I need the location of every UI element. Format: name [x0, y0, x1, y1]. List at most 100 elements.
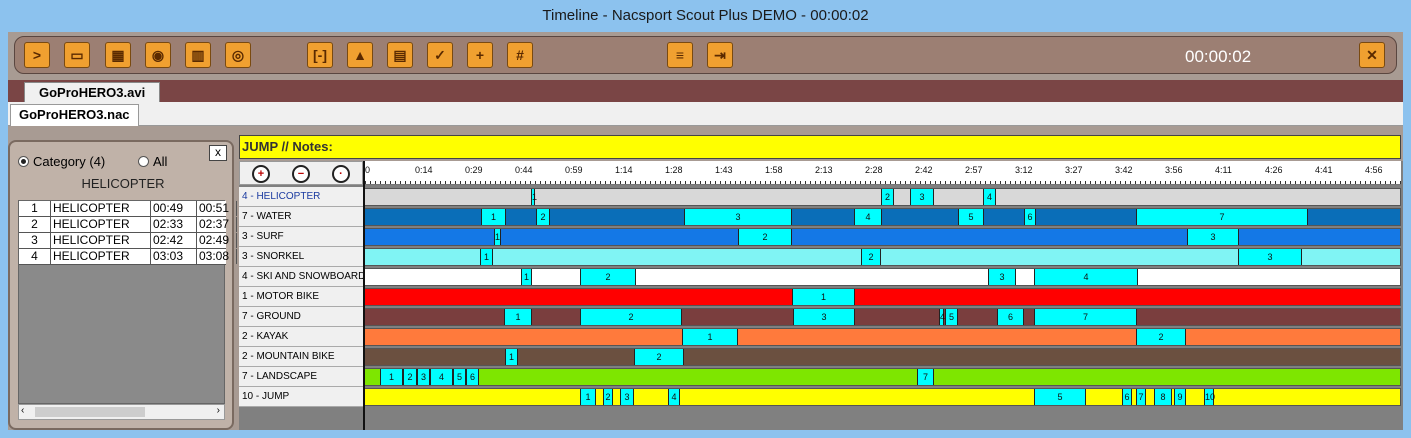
clip-segment[interactable]: 1: [531, 189, 537, 205]
row-label[interactable]: 7 - GROUND: [239, 307, 363, 327]
timeline-track[interactable]: 12: [363, 328, 1401, 346]
row-label[interactable]: 3 - SNORKEL: [239, 247, 363, 267]
import-icon-button[interactable]: ⇥: [707, 42, 733, 68]
clip-segment[interactable]: 6: [1024, 209, 1036, 225]
zoom-fit-icon[interactable]: ·: [332, 165, 350, 183]
export-icon-button[interactable]: ▲: [347, 42, 373, 68]
list-item[interactable]: 2 HELICOPTER 02:33 02:37: [19, 217, 237, 233]
close-panel-button[interactable]: x: [209, 145, 227, 161]
tab-project-file[interactable]: GoProHERO3.nac: [10, 104, 139, 126]
clip-segment[interactable]: 4: [854, 209, 882, 225]
clip-segment[interactable]: 4: [1034, 269, 1138, 285]
clip-segment[interactable]: 5: [945, 309, 958, 325]
timeline-track[interactable]: 12: [363, 348, 1401, 366]
clip-segment[interactable]: 1: [494, 229, 501, 245]
scroll-right-icon[interactable]: ›: [217, 405, 220, 416]
clip-segment[interactable]: 2: [580, 309, 682, 325]
clip-segment[interactable]: 1: [380, 369, 403, 385]
zoom-in-icon[interactable]: +: [252, 165, 270, 183]
clip-segment[interactable]: 3: [1187, 229, 1239, 245]
clip-segment[interactable]: 6: [1122, 389, 1132, 405]
timeline-track[interactable]: 1 2 3 4 5 6 7: [363, 208, 1401, 226]
clip-segment[interactable]: 2: [603, 389, 613, 405]
timeline-track[interactable]: 1: [363, 288, 1401, 306]
checklist-icon-button[interactable]: ✓: [427, 42, 453, 68]
clip-segment[interactable]: 3: [793, 309, 855, 325]
clip-segment[interactable]: 3: [910, 189, 934, 205]
scroll-left-icon[interactable]: ‹: [21, 405, 24, 416]
playhead[interactable]: [363, 161, 365, 430]
clip-segment[interactable]: 1: [580, 389, 596, 405]
clip-segment[interactable]: 4: [983, 189, 996, 205]
play-icon-button[interactable]: >: [24, 42, 50, 68]
clip-segment[interactable]: 3: [684, 209, 792, 225]
clip-segment[interactable]: 6: [997, 309, 1024, 325]
timeline-track[interactable]: 1 2 3: [363, 248, 1401, 266]
row-label[interactable]: 7 - LANDSCAPE: [239, 367, 363, 387]
clip-segment[interactable]: 1: [481, 209, 506, 225]
clip-segment[interactable]: 3: [988, 269, 1016, 285]
radio-category[interactable]: Category (4): [18, 154, 105, 169]
clip-segment[interactable]: 2: [861, 249, 881, 265]
row-label[interactable]: 1 - MOTOR BIKE: [239, 287, 363, 307]
clip-segment[interactable]: 2: [1136, 329, 1186, 345]
clip-segment[interactable]: 8: [1154, 389, 1172, 405]
clip-segment[interactable]: 1: [682, 329, 738, 345]
close-icon-button[interactable]: ✕: [1359, 42, 1385, 68]
clip-segment[interactable]: 7: [1136, 389, 1146, 405]
clip-segment[interactable]: 2: [634, 349, 684, 365]
list-item[interactable]: 4 HELICOPTER 03:03 03:08: [19, 249, 237, 265]
settings-list-icon-button[interactable]: ≡: [667, 42, 693, 68]
horizontal-scrollbar[interactable]: ‹ ›: [18, 404, 225, 420]
clip-segment[interactable]: 5: [958, 209, 984, 225]
clip-segment[interactable]: 2: [536, 209, 550, 225]
clip-segment[interactable]: 1: [521, 269, 532, 285]
timeline-track[interactable]: 1 23 4: [363, 188, 1401, 206]
row-label[interactable]: 10 - JUMP: [239, 387, 363, 407]
camera-icon-button[interactable]: ◉: [145, 42, 171, 68]
zoom-out-icon[interactable]: −: [292, 165, 310, 183]
row-label[interactable]: 4 - SKI AND SNOWBOARD: [239, 267, 365, 287]
clip-segment[interactable]: 1: [504, 309, 532, 325]
clip-segment[interactable]: 1: [792, 289, 855, 305]
clip-segment[interactable]: 1: [480, 249, 493, 265]
trash-icon-button[interactable]: ▤: [387, 42, 413, 68]
film-icon-button[interactable]: ▥: [185, 42, 211, 68]
clip-segment[interactable]: 5: [453, 369, 466, 385]
add-icon-button[interactable]: +: [467, 42, 493, 68]
notes-bar[interactable]: JUMP // Notes:: [239, 135, 1401, 159]
clapper-icon-button[interactable]: ▦: [105, 42, 131, 68]
grid-icon-button[interactable]: #: [507, 42, 533, 68]
list-item[interactable]: 3 HELICOPTER 02:42 02:49: [19, 233, 237, 249]
clip-segment[interactable]: 2: [738, 229, 792, 245]
clip-segment[interactable]: 4: [430, 369, 453, 385]
clip-segment[interactable]: 3: [417, 369, 430, 385]
clip-segment[interactable]: 10: [1204, 389, 1215, 405]
clip-segment[interactable]: 7: [917, 369, 934, 385]
clip-segment[interactable]: 3: [1238, 249, 1302, 265]
clip-segment[interactable]: 2: [403, 369, 417, 385]
timeline-track[interactable]: 1 2 3 4 5 6 7 8 9 10: [363, 388, 1401, 406]
radio-all[interactable]: All: [138, 154, 167, 169]
clip-segment[interactable]: 7: [1136, 209, 1308, 225]
clip-segment[interactable]: 4: [668, 389, 680, 405]
time-ruler[interactable]: 0 0:14 0:29 0:44 0:59 1:14 1:28 1:43 1:58 2:13 2:2…: [363, 161, 1401, 185]
row-label[interactable]: 2 - MOUNTAIN BIKE: [239, 347, 363, 367]
clip-segment[interactable]: 3: [620, 389, 634, 405]
scroll-thumb[interactable]: [35, 407, 145, 417]
clip-segment[interactable]: 5: [1034, 389, 1086, 405]
row-label[interactable]: 4 - HELICOPTER: [239, 187, 363, 207]
timeline-track[interactable]: 1 2 3 4: [363, 268, 1401, 286]
row-label[interactable]: 3 - SURF: [239, 227, 363, 247]
row-label[interactable]: 2 - KAYAK: [239, 327, 363, 347]
clip-segment[interactable]: 9: [1174, 389, 1186, 405]
timeline-track[interactable]: 1 2 3: [363, 228, 1401, 246]
clip-list[interactable]: 1 HELICOPTER 00:49 00:51 2 HELICOPTER 02:33 02:…: [18, 200, 237, 404]
clip-segment[interactable]: 2: [881, 189, 894, 205]
clip-segment[interactable]: 6: [466, 369, 479, 385]
eye-icon-button[interactable]: ◎: [225, 42, 251, 68]
window-controls[interactable]: [1291, 0, 1411, 32]
bracket-icon-button[interactable]: [-]: [307, 42, 333, 68]
timeline-track[interactable]: 1234567: [363, 308, 1401, 326]
clip-segment[interactable]: 2: [580, 269, 636, 285]
